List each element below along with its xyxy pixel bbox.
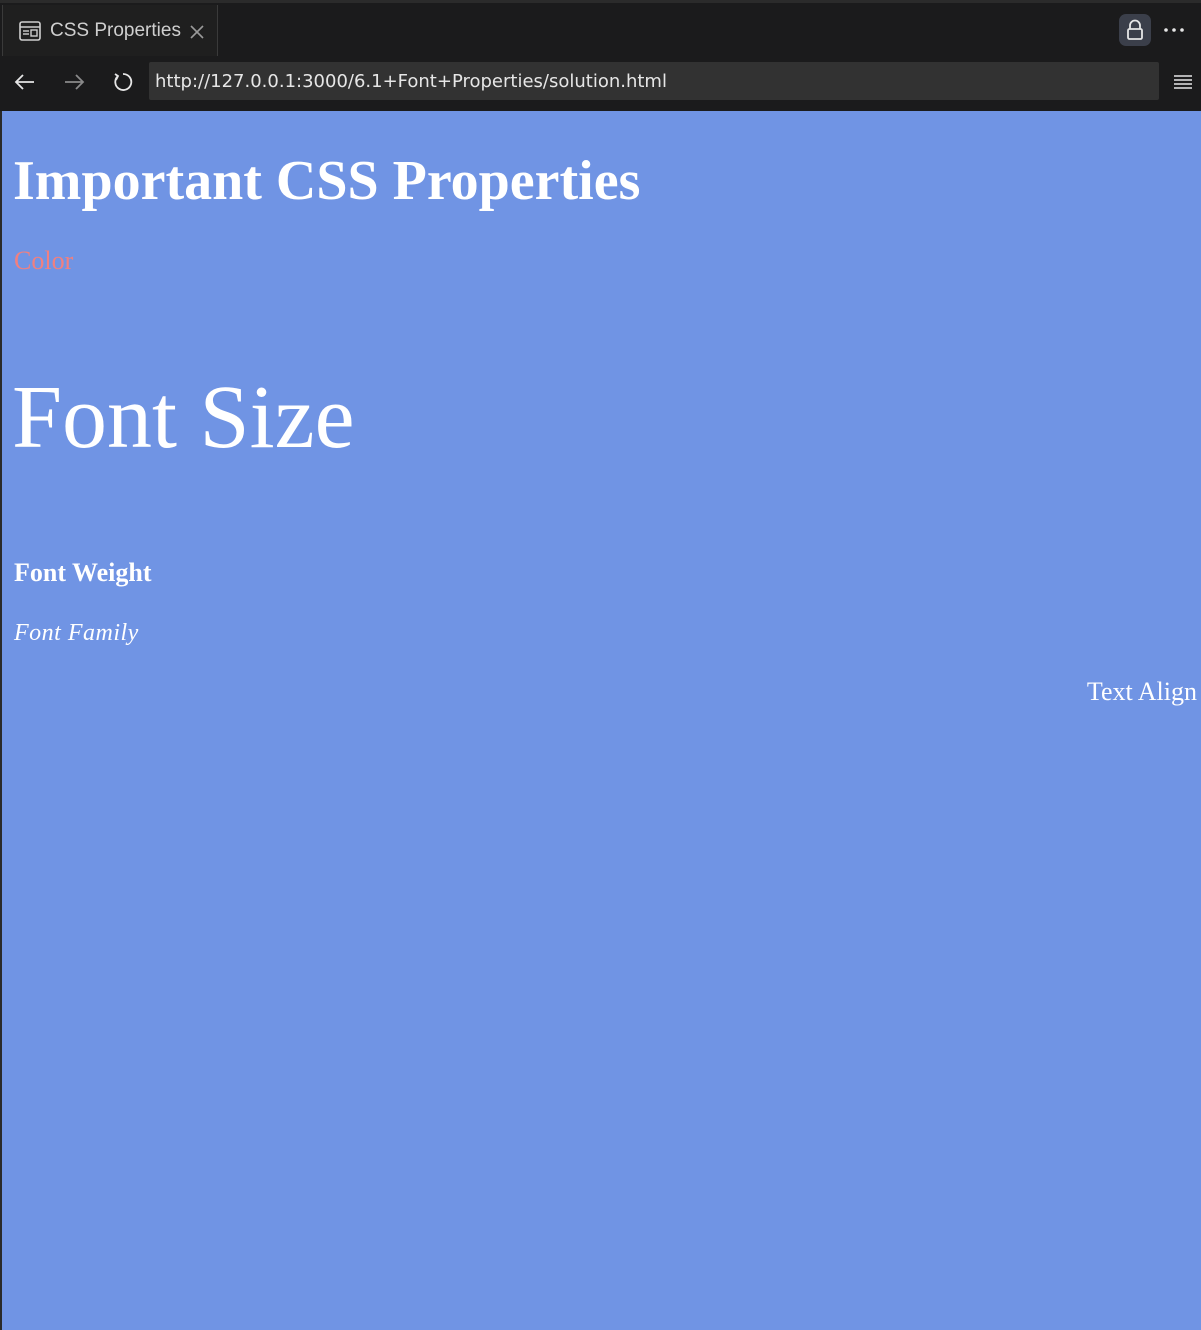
menu-icon[interactable]	[1173, 73, 1193, 91]
text-align-example-text: Text Align	[1086, 677, 1197, 706]
back-arrow-icon[interactable]	[13, 70, 37, 94]
reload-icon[interactable]	[111, 70, 135, 94]
navigation-bar: http://127.0.0.1:3000/6.1+Font+Propertie…	[0, 56, 1201, 111]
font-family-example-text: Font Family	[14, 620, 139, 646]
font-weight-example-text: Font Weight	[14, 558, 152, 587]
lock-icon	[1119, 19, 1151, 50]
address-bar[interactable]: http://127.0.0.1:3000/6.1+Font+Propertie…	[149, 62, 1159, 100]
browser-page-icon	[19, 21, 41, 41]
tab-title: CSS Properties	[50, 20, 181, 41]
forward-arrow-icon[interactable]	[62, 70, 86, 94]
page-viewport: Important CSS Properties Color Font Size…	[0, 111, 1201, 1330]
tab-strip: CSS Properties	[0, 0, 1201, 57]
close-icon[interactable]	[189, 24, 205, 40]
lock-button[interactable]	[1119, 14, 1151, 46]
more-options-icon[interactable]	[1162, 23, 1186, 37]
page-heading: Important CSS Properties	[13, 150, 641, 212]
font-size-example-text: Font Size	[12, 368, 355, 467]
browser-window: CSS Properties http://127.0.0.1:3000/6.1…	[0, 0, 1201, 1330]
url-text: http://127.0.0.1:3000/6.1+Font+Propertie…	[155, 71, 667, 92]
tab-css-properties[interactable]: CSS Properties	[2, 5, 218, 57]
color-example-text: Color	[14, 246, 74, 275]
